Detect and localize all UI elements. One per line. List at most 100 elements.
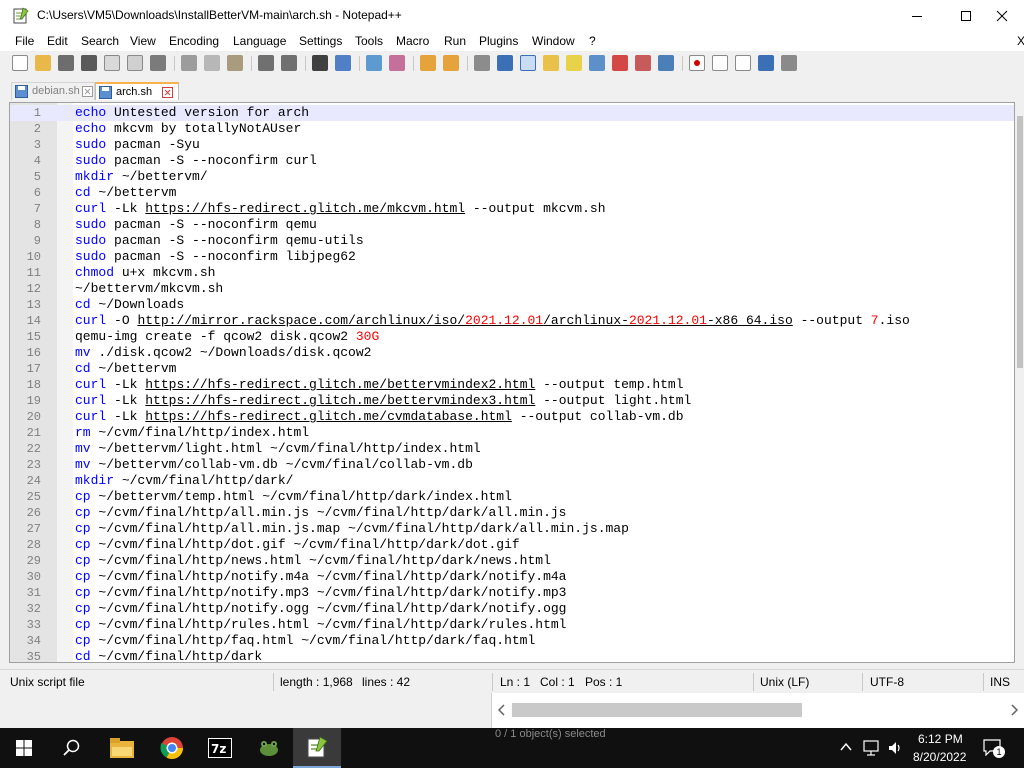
code-line[interactable]: 28 cp ~/cvm/final/http/dot.gif ~/cvm/fina… <box>10 537 1014 553</box>
code-line[interactable]: 2 echo mkcvm by totallyNotAUser <box>10 121 1014 137</box>
close-all-icon[interactable] <box>127 55 143 71</box>
zoom-out-icon[interactable] <box>389 55 405 71</box>
menu-plugins[interactable]: Plugins <box>479 34 518 48</box>
code-line[interactable]: 1 echo Untested version for arch <box>10 105 1014 121</box>
redo-icon[interactable] <box>281 55 297 71</box>
network-icon[interactable] <box>863 740 879 756</box>
code-url[interactable]: http://mirror.rackspace.com/archlinux/is… <box>137 313 792 328</box>
taskbar-frog-app[interactable] <box>245 728 293 768</box>
code-line[interactable]: 31 cp ~/cvm/final/http/notify.mp3 ~/cvm/f… <box>10 585 1014 601</box>
code-line[interactable]: 18 curl -Lk https://hfs-redirect.glitch.m… <box>10 377 1014 393</box>
code-line[interactable]: 25 cp ~/bettervm/temp.html ~/cvm/final/ht… <box>10 489 1014 505</box>
scroll-left-icon[interactable] <box>498 704 506 716</box>
code-line[interactable]: 8 sudo pacman -S --noconfirm qemu <box>10 217 1014 233</box>
menu-edit[interactable]: Edit <box>47 34 68 48</box>
code-line[interactable]: 16 mv ./disk.qcow2 ~/Downloads/disk.qcow2 <box>10 345 1014 361</box>
code-line[interactable]: 9 sudo pacman -S --noconfirm qemu-utils <box>10 233 1014 249</box>
menu-file[interactable]: File <box>15 34 34 48</box>
close-icon[interactable] <box>104 55 120 71</box>
menu-window[interactable]: Window <box>532 34 575 48</box>
undo-icon[interactable] <box>258 55 274 71</box>
print-icon[interactable] <box>150 55 166 71</box>
horizontal-scrollbar-thumb[interactable] <box>512 703 802 717</box>
code-line[interactable]: 6 cd ~/bettervm <box>10 185 1014 201</box>
play-macro-icon[interactable] <box>735 55 751 71</box>
start-button[interactable] <box>0 728 48 768</box>
menu-view[interactable]: View <box>130 34 156 48</box>
taskbar-7zip[interactable]: 7z <box>196 728 244 768</box>
code-line[interactable]: 35 cd ~/cvm/final/http/dark <box>10 649 1014 662</box>
sync-vertical-icon[interactable] <box>420 55 436 71</box>
tab-arch-sh[interactable]: arch.sh <box>95 82 179 100</box>
menu-settings[interactable]: Settings <box>299 34 342 48</box>
show-all-chars-icon[interactable] <box>497 55 513 71</box>
scroll-right-icon[interactable] <box>1010 704 1018 716</box>
user-language-icon[interactable] <box>543 55 559 71</box>
code-line[interactable]: 20 curl -Lk https://hfs-redirect.glitch.m… <box>10 409 1014 425</box>
stop-record-icon[interactable] <box>712 55 728 71</box>
find-icon[interactable] <box>312 55 328 71</box>
menu-encoding[interactable]: Encoding <box>169 34 219 48</box>
save-icon[interactable] <box>58 55 74 71</box>
code-url[interactable]: https://hfs-redirect.glitch.me/bettervmi… <box>145 377 535 392</box>
word-wrap-icon[interactable] <box>474 55 490 71</box>
paste-icon[interactable] <box>227 55 243 71</box>
minimize-button[interactable] <box>894 0 940 31</box>
code-url[interactable]: https://hfs-redirect.glitch.me/bettervmi… <box>145 393 535 408</box>
cut-icon[interactable] <box>181 55 197 71</box>
code-line[interactable]: 4 sudo pacman -S --noconfirm curl <box>10 153 1014 169</box>
code-line[interactable]: 34 cp ~/cvm/final/http/faq.html ~/cvm/fin… <box>10 633 1014 649</box>
copy-icon[interactable] <box>204 55 220 71</box>
zoom-in-icon[interactable] <box>366 55 382 71</box>
code-line[interactable]: 23 mv ~/bettervm/collab-vm.db ~/cvm/final… <box>10 457 1014 473</box>
document-map-icon[interactable] <box>566 55 582 71</box>
code-line[interactable]: 3 sudo pacman -Syu <box>10 137 1014 153</box>
menu-run[interactable]: Run <box>444 34 466 48</box>
code-line[interactable]: 5 mkdir ~/bettervm/ <box>10 169 1014 185</box>
replace-icon[interactable] <box>335 55 351 71</box>
code-line[interactable]: 22 mv ~/bettervm/light.html ~/cvm/final/h… <box>10 441 1014 457</box>
code-line[interactable]: 14 curl -O http://mirror.rackspace.com/ar… <box>10 313 1014 329</box>
code-area[interactable]: 1 echo Untested version for arch 2 echo mkc… <box>10 105 1014 662</box>
code-line[interactable]: 10 sudo pacman -S --noconfirm libjpeg62 <box>10 249 1014 265</box>
code-line[interactable]: 27 cp ~/cvm/final/http/all.min.js.map ~/c… <box>10 521 1014 537</box>
chevron-up-icon[interactable] <box>840 742 852 752</box>
scrollbar-thumb[interactable] <box>1017 116 1023 368</box>
code-line[interactable]: 15 qemu-img create -f qcow2 disk.qcow2 30… <box>10 329 1014 345</box>
function-list-icon[interactable] <box>589 55 605 71</box>
code-line[interactable]: 29 cp ~/cvm/final/http/news.html ~/cvm/fi… <box>10 553 1014 569</box>
background-explorer-window[interactable] <box>491 693 1024 728</box>
sync-horizontal-icon[interactable] <box>443 55 459 71</box>
code-line[interactable]: 19 curl -Lk https://hfs-redirect.glitch.m… <box>10 393 1014 409</box>
tab-close-icon[interactable] <box>82 86 93 97</box>
clock-date[interactable]: 8/20/2022 <box>913 750 966 764</box>
code-line[interactable]: 26 cp ~/cvm/final/http/all.min.js ~/cvm/f… <box>10 505 1014 521</box>
code-line[interactable]: 33 cp ~/cvm/final/http/rules.html ~/cvm/f… <box>10 617 1014 633</box>
close-window-button[interactable] <box>979 0 1024 31</box>
code-line[interactable]: 11 chmod u+x mkcvm.sh <box>10 265 1014 281</box>
code-line[interactable]: 24 mkdir ~/cvm/final/http/dark/ <box>10 473 1014 489</box>
indent-guide-icon[interactable] <box>520 55 536 71</box>
menu-search[interactable]: Search <box>81 34 119 48</box>
record-macro-icon[interactable] <box>689 55 705 71</box>
search-button[interactable] <box>48 728 96 768</box>
taskbar-notepadpp[interactable] <box>293 728 341 768</box>
volume-icon[interactable] <box>887 740 903 756</box>
tab-debian-sh[interactable]: debian.sh <box>11 82 95 100</box>
taskbar-file-explorer[interactable] <box>98 728 146 768</box>
code-line[interactable]: 30 cp ~/cvm/final/http/notify.m4a ~/cvm/f… <box>10 569 1014 585</box>
save-all-icon[interactable] <box>81 55 97 71</box>
open-file-icon[interactable] <box>35 55 51 71</box>
menu-macro[interactable]: Macro <box>396 34 429 48</box>
new-file-icon[interactable] <box>12 55 28 71</box>
save-macro-icon[interactable] <box>781 55 797 71</box>
taskbar-chrome[interactable] <box>148 728 196 768</box>
notification-center-button[interactable]: 1 <box>983 739 1005 758</box>
monitoring-icon[interactable] <box>635 55 651 71</box>
code-line[interactable]: 32 cp ~/cvm/final/http/notify.ogg ~/cvm/f… <box>10 601 1014 617</box>
code-line[interactable]: 17 cd ~/bettervm <box>10 361 1014 377</box>
run-macro-multiple-icon[interactable] <box>758 55 774 71</box>
tab-close-icon[interactable] <box>162 87 173 98</box>
menu-help[interactable]: ? <box>589 34 596 48</box>
code-line[interactable]: 21 rm ~/cvm/final/http/index.html <box>10 425 1014 441</box>
